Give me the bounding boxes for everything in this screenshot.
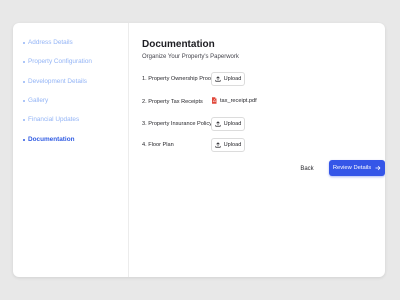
upload-label: Upload (223, 121, 242, 127)
document-row: 2. Property Tax Receipts tax_receipt.pdf (142, 95, 302, 111)
document-label: 3. Property Insurance Policy (142, 121, 212, 127)
sidebar-item-financial-updates[interactable]: Financial Updates (23, 116, 79, 123)
review-details-button[interactable]: Review Details (329, 160, 385, 176)
sidebar-item-label: Gallery (28, 97, 49, 104)
sidebar-item-label: Financial Updates (28, 116, 80, 123)
document-label: 1. Property Ownership Proof (142, 76, 213, 82)
uploaded-file[interactable]: tax_receipt.pdf (211, 97, 257, 104)
documentation-card: Address Details Property Configuration D… (13, 23, 385, 277)
sidebar-item-label: Documentation (28, 136, 75, 143)
upload-button[interactable]: Upload (211, 138, 245, 152)
bullet-icon (23, 99, 25, 102)
back-button[interactable]: Back (294, 162, 320, 176)
bullet-icon (23, 118, 25, 121)
upload-icon (215, 121, 221, 127)
upload-label: Upload (223, 76, 242, 82)
document-label: 2. Property Tax Receipts (142, 99, 203, 105)
bullet-icon (23, 41, 25, 44)
sidebar-item-label: Address Details (28, 39, 73, 46)
document-row: 1. Property Ownership Proof Upload (142, 72, 302, 88)
upload-label: Upload (223, 142, 242, 148)
document-label: 4. Floor Plan (142, 142, 174, 148)
sidebar-item-label: Development Details (28, 78, 87, 85)
bullet-icon (23, 80, 25, 83)
sidebar-item-documentation[interactable]: Documentation (23, 136, 75, 143)
review-details-label: Review Details (332, 165, 372, 171)
sidebar-item-development-details[interactable]: Development Details (23, 78, 87, 85)
page-title: Documentation (142, 39, 215, 50)
upload-icon (215, 76, 221, 82)
sidebar-item-label: Property Configuration (28, 58, 92, 65)
upload-button[interactable]: Upload (211, 72, 245, 86)
upload-icon (215, 142, 221, 148)
sidebar-item-gallery[interactable]: Gallery (23, 97, 48, 104)
sidebar: Address Details Property Configuration D… (13, 23, 129, 277)
page-subtitle: Organize Your Property's Paperwork (142, 54, 239, 60)
main-panel: Documentation Organize Your Property's P… (142, 23, 385, 277)
sidebar-item-property-configuration[interactable]: Property Configuration (23, 58, 92, 65)
bullet-icon (23, 60, 25, 63)
upload-button[interactable]: Upload (211, 117, 245, 131)
document-row: 4. Floor Plan Upload (142, 138, 302, 154)
file-name: tax_receipt.pdf (220, 97, 257, 104)
arrow-right-icon (375, 165, 381, 171)
document-row: 3. Property Insurance Policy Upload (142, 117, 302, 133)
bullet-icon (23, 138, 25, 141)
sidebar-item-address-details[interactable]: Address Details (23, 39, 73, 46)
pdf-file-icon (212, 97, 217, 104)
